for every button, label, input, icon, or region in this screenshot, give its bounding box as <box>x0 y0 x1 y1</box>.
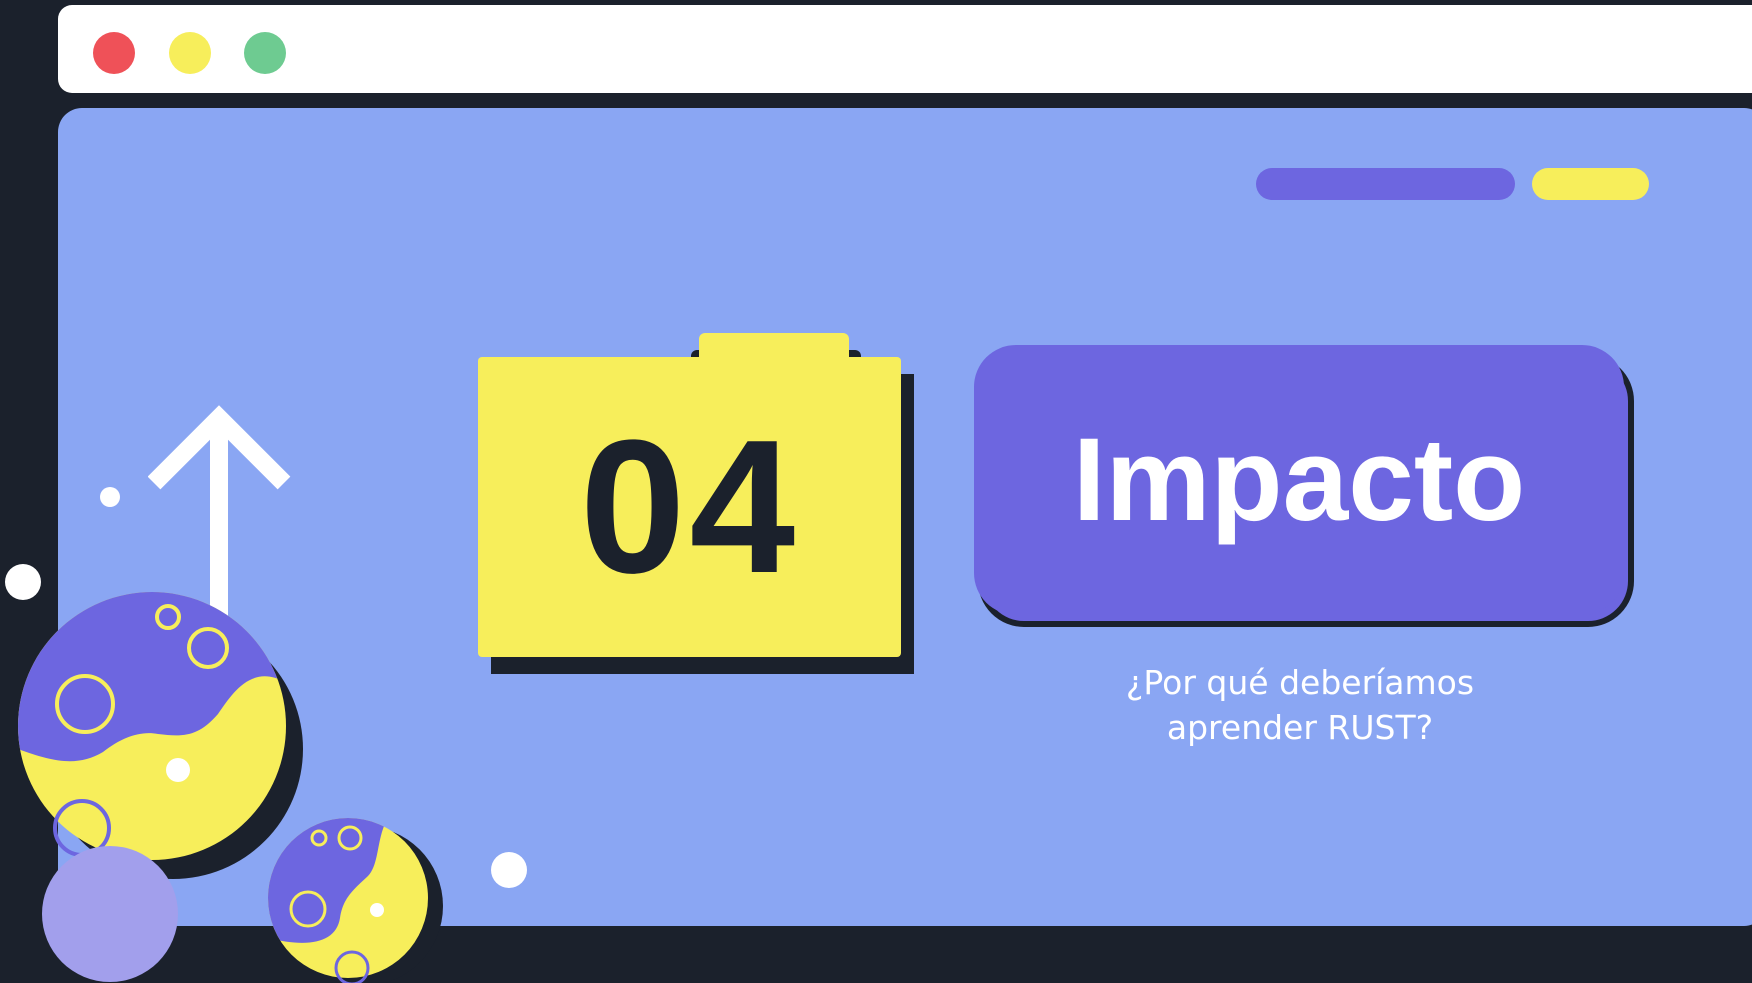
planet-icon <box>268 818 443 983</box>
minimize-dot[interactable] <box>169 32 211 74</box>
maximize-dot[interactable] <box>244 32 286 74</box>
folder-icon: 04 <box>478 357 901 657</box>
close-dot[interactable] <box>93 32 135 74</box>
decor-dot <box>100 487 120 507</box>
section-title: Impacto <box>1072 414 1526 546</box>
decor-pill-yellow <box>1532 168 1649 200</box>
decor-circle <box>42 846 178 982</box>
window-titlebar <box>58 5 1752 93</box>
title-card: Impacto <box>974 345 1624 615</box>
decor-pill-purple <box>1256 168 1515 200</box>
section-subtitle: ¿Por qué deberíamos aprender RUST? <box>1125 663 1475 747</box>
section-number: 04 <box>579 401 800 613</box>
planet-icon <box>18 592 303 879</box>
decor-dot <box>491 852 527 888</box>
